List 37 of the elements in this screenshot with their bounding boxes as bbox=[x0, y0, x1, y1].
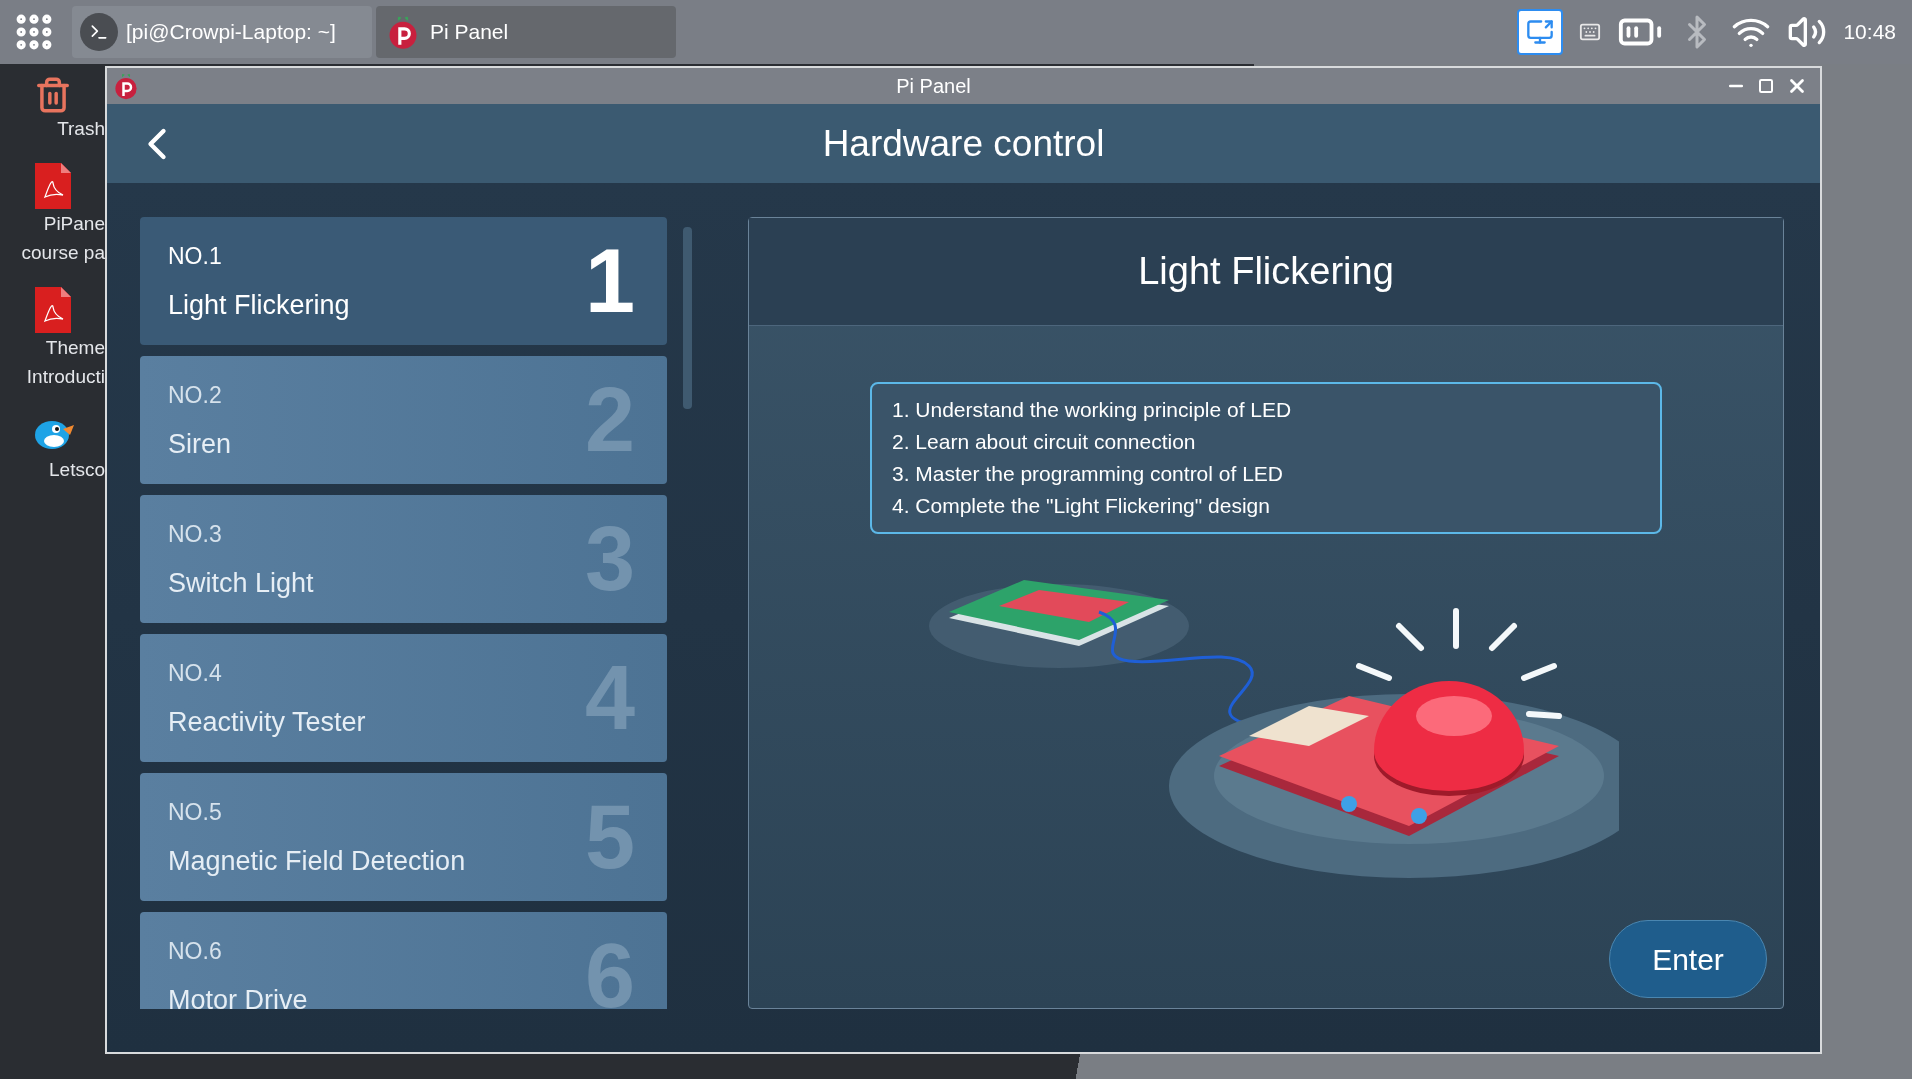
terminal-icon bbox=[80, 13, 118, 51]
lesson-number: NO.3 bbox=[168, 519, 223, 549]
lesson-number: NO.1 bbox=[168, 241, 223, 271]
remote-desktop-icon[interactable] bbox=[1517, 9, 1564, 55]
desktop-icon-label[interactable]: Theme bbox=[0, 333, 105, 362]
objective-text: 2. Learn about circuit connection bbox=[892, 429, 1197, 455]
lesson-title: Light Flickering bbox=[168, 289, 350, 322]
desktop-icon-label[interactable]: Trash bbox=[0, 114, 105, 143]
desktop-icon-label[interactable]: Introducti bbox=[0, 362, 105, 391]
pdf-file-icon bbox=[34, 287, 71, 333]
lesson-card[interactable]: NO.1 Light Flickering 1 bbox=[140, 217, 667, 345]
lesson-title: Siren bbox=[168, 428, 232, 461]
lesson-title: Motor Drive bbox=[168, 984, 308, 1009]
page-title: Hardware control bbox=[821, 121, 1106, 166]
clock: 10:48 bbox=[1843, 19, 1897, 46]
desktop-icon-label[interactable]: PiPane bbox=[0, 209, 105, 238]
lesson-number: NO.2 bbox=[168, 380, 223, 410]
lesson-number: NO.4 bbox=[168, 658, 223, 688]
detail-title: Light Flickering bbox=[1138, 249, 1394, 294]
scrollbar-thumb[interactable] bbox=[683, 227, 692, 409]
lesson-number: NO.5 bbox=[168, 797, 223, 827]
window-title: Pi Panel bbox=[895, 74, 972, 99]
keyboard-icon[interactable] bbox=[1579, 21, 1602, 43]
objective-text: 3. Master the programming control of LED bbox=[892, 461, 1284, 487]
maximize-icon[interactable] bbox=[1758, 78, 1774, 94]
enter-button[interactable]: Enter bbox=[1609, 920, 1767, 998]
desktop-icon-label[interactable]: Letsco bbox=[0, 455, 105, 484]
lesson-title: Magnetic Field Detection bbox=[168, 845, 466, 878]
taskbar-app[interactable]: Pi Panel bbox=[376, 6, 676, 58]
objective-text: 1. Understand the working principle of LED bbox=[892, 397, 1293, 423]
objective-text: 4. Complete the "Light Flickering" design bbox=[892, 493, 1271, 519]
lesson-index: 1 bbox=[584, 236, 635, 326]
pdf-file-icon bbox=[34, 163, 71, 209]
desktop-icon-label[interactable]: course pa bbox=[0, 238, 105, 267]
lesson-title: Reactivity Tester bbox=[168, 706, 366, 739]
lesson-number: NO.6 bbox=[168, 936, 223, 966]
lesson-title: Switch Light bbox=[168, 567, 314, 600]
